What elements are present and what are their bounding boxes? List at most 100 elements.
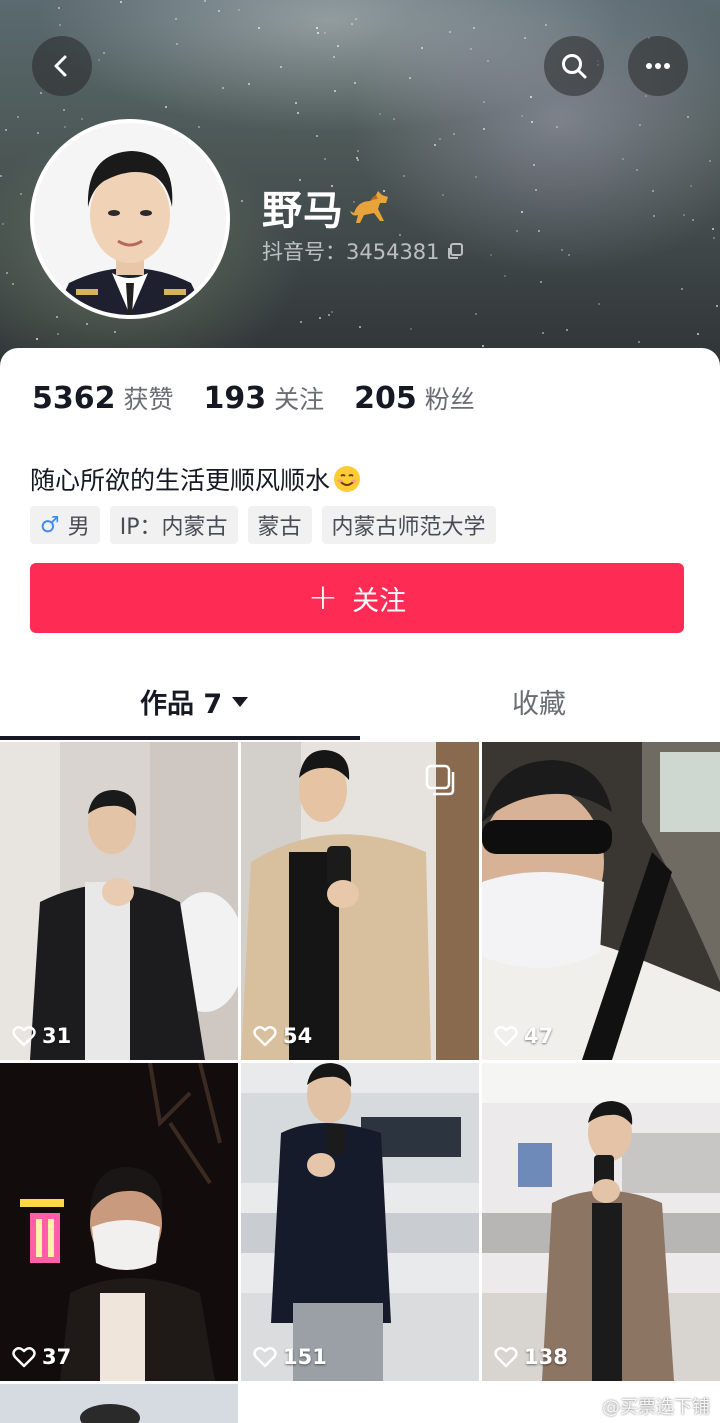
star bbox=[357, 150, 359, 152]
video-thumbnail[interactable]: 37 bbox=[0, 1063, 238, 1381]
stat-followers-value: 205 bbox=[354, 381, 417, 416]
star bbox=[351, 23, 353, 25]
like-count-value: 47 bbox=[524, 1024, 554, 1048]
star bbox=[487, 60, 489, 62]
star bbox=[531, 121, 533, 123]
video-thumbnail[interactable]: 138 bbox=[482, 1063, 720, 1381]
plus-icon: + bbox=[307, 577, 339, 618]
like-count-value: 37 bbox=[42, 1345, 72, 1369]
star bbox=[334, 90, 336, 92]
tag-school[interactable]: 内蒙古师范大学 bbox=[321, 506, 496, 544]
stat-likes[interactable]: 5362 获赞 bbox=[32, 380, 174, 416]
avatar[interactable] bbox=[30, 119, 230, 319]
star bbox=[483, 101, 485, 103]
star bbox=[317, 32, 319, 34]
star bbox=[36, 338, 38, 340]
star bbox=[556, 126, 558, 128]
star bbox=[516, 230, 518, 232]
back-button[interactable] bbox=[32, 36, 92, 96]
star bbox=[238, 9, 240, 11]
like-count-value: 138 bbox=[524, 1345, 568, 1369]
video-thumbnail[interactable]: 151 bbox=[241, 1063, 479, 1381]
tab-favorites[interactable]: 收藏 bbox=[512, 682, 566, 721]
watermark: @买票选下铺 bbox=[576, 1393, 710, 1419]
star bbox=[57, 333, 59, 335]
video-thumbnail[interactable]: 31 bbox=[0, 742, 238, 1060]
star bbox=[316, 27, 318, 29]
star bbox=[59, 24, 61, 26]
star bbox=[453, 133, 455, 135]
like-count-value: 54 bbox=[283, 1024, 313, 1048]
star bbox=[712, 228, 714, 230]
tag-region[interactable]: 蒙古 bbox=[247, 506, 312, 544]
star bbox=[540, 281, 542, 283]
star bbox=[114, 331, 116, 333]
star bbox=[241, 200, 243, 202]
tag-ip-label: IP：内蒙古 bbox=[119, 515, 228, 540]
like-count: 31 bbox=[12, 1024, 71, 1048]
like-count: 54 bbox=[253, 1024, 312, 1048]
star bbox=[409, 77, 411, 79]
avatar-image bbox=[34, 123, 226, 315]
star bbox=[521, 115, 523, 117]
stat-followers[interactable]: 205 粉丝 bbox=[354, 380, 475, 416]
star bbox=[379, 113, 381, 115]
star bbox=[333, 56, 335, 58]
back-arrow-icon bbox=[54, 55, 67, 77]
caret-down-icon bbox=[232, 696, 249, 707]
star bbox=[98, 59, 100, 61]
search-button[interactable] bbox=[544, 36, 604, 96]
more-button[interactable] bbox=[628, 36, 688, 96]
follow-button[interactable]: + 关注 bbox=[30, 563, 684, 633]
video-cover-image bbox=[0, 742, 238, 1060]
star bbox=[316, 135, 318, 137]
heart-icon bbox=[253, 1347, 277, 1368]
star bbox=[37, 132, 39, 134]
copy-icon[interactable] bbox=[446, 242, 464, 260]
star bbox=[357, 159, 359, 161]
star bbox=[258, 27, 260, 29]
star bbox=[636, 169, 638, 171]
like-count: 47 bbox=[494, 1024, 553, 1048]
bio: 随心所欲的生活更顺风顺水 bbox=[30, 461, 362, 497]
video-cover-image bbox=[482, 1063, 720, 1381]
star bbox=[17, 116, 19, 118]
star bbox=[653, 215, 655, 217]
star bbox=[566, 329, 568, 331]
star bbox=[639, 124, 641, 126]
star bbox=[198, 126, 200, 128]
star bbox=[331, 311, 333, 313]
star bbox=[692, 219, 694, 221]
tab-works[interactable]: 作品 7 bbox=[140, 682, 249, 721]
star bbox=[538, 230, 540, 232]
heart-icon bbox=[494, 1347, 518, 1368]
star bbox=[652, 190, 654, 192]
star bbox=[470, 48, 472, 50]
profile-cover: 野马 抖音号：3454381 bbox=[0, 0, 720, 380]
star bbox=[359, 326, 361, 328]
content-tabs: 作品 7 收藏 bbox=[0, 666, 720, 740]
star bbox=[295, 102, 297, 104]
star bbox=[5, 129, 7, 131]
video-cover-image bbox=[482, 742, 720, 1060]
star bbox=[248, 83, 250, 85]
video-thumbnail[interactable]: 54 bbox=[241, 742, 479, 1060]
star bbox=[204, 0, 206, 2]
star bbox=[328, 314, 330, 316]
stat-following[interactable]: 193 关注 bbox=[204, 380, 325, 416]
star bbox=[524, 37, 526, 39]
like-count: 37 bbox=[12, 1345, 71, 1369]
male-icon: ♂ bbox=[40, 512, 60, 538]
star bbox=[482, 345, 484, 347]
star bbox=[535, 189, 537, 191]
tab-favorites-label: 收藏 bbox=[512, 689, 566, 720]
like-count: 151 bbox=[253, 1345, 327, 1369]
star bbox=[645, 95, 647, 97]
douyin-id: 抖音号：3454381 bbox=[262, 240, 440, 264]
star bbox=[530, 96, 532, 98]
video-thumbnail[interactable]: 47 bbox=[482, 742, 720, 1060]
stat-following-value: 193 bbox=[203, 381, 267, 416]
tag-gender: ♂ 男 bbox=[30, 506, 100, 544]
star bbox=[410, 328, 412, 330]
video-thumbnail[interactable] bbox=[0, 1384, 238, 1423]
